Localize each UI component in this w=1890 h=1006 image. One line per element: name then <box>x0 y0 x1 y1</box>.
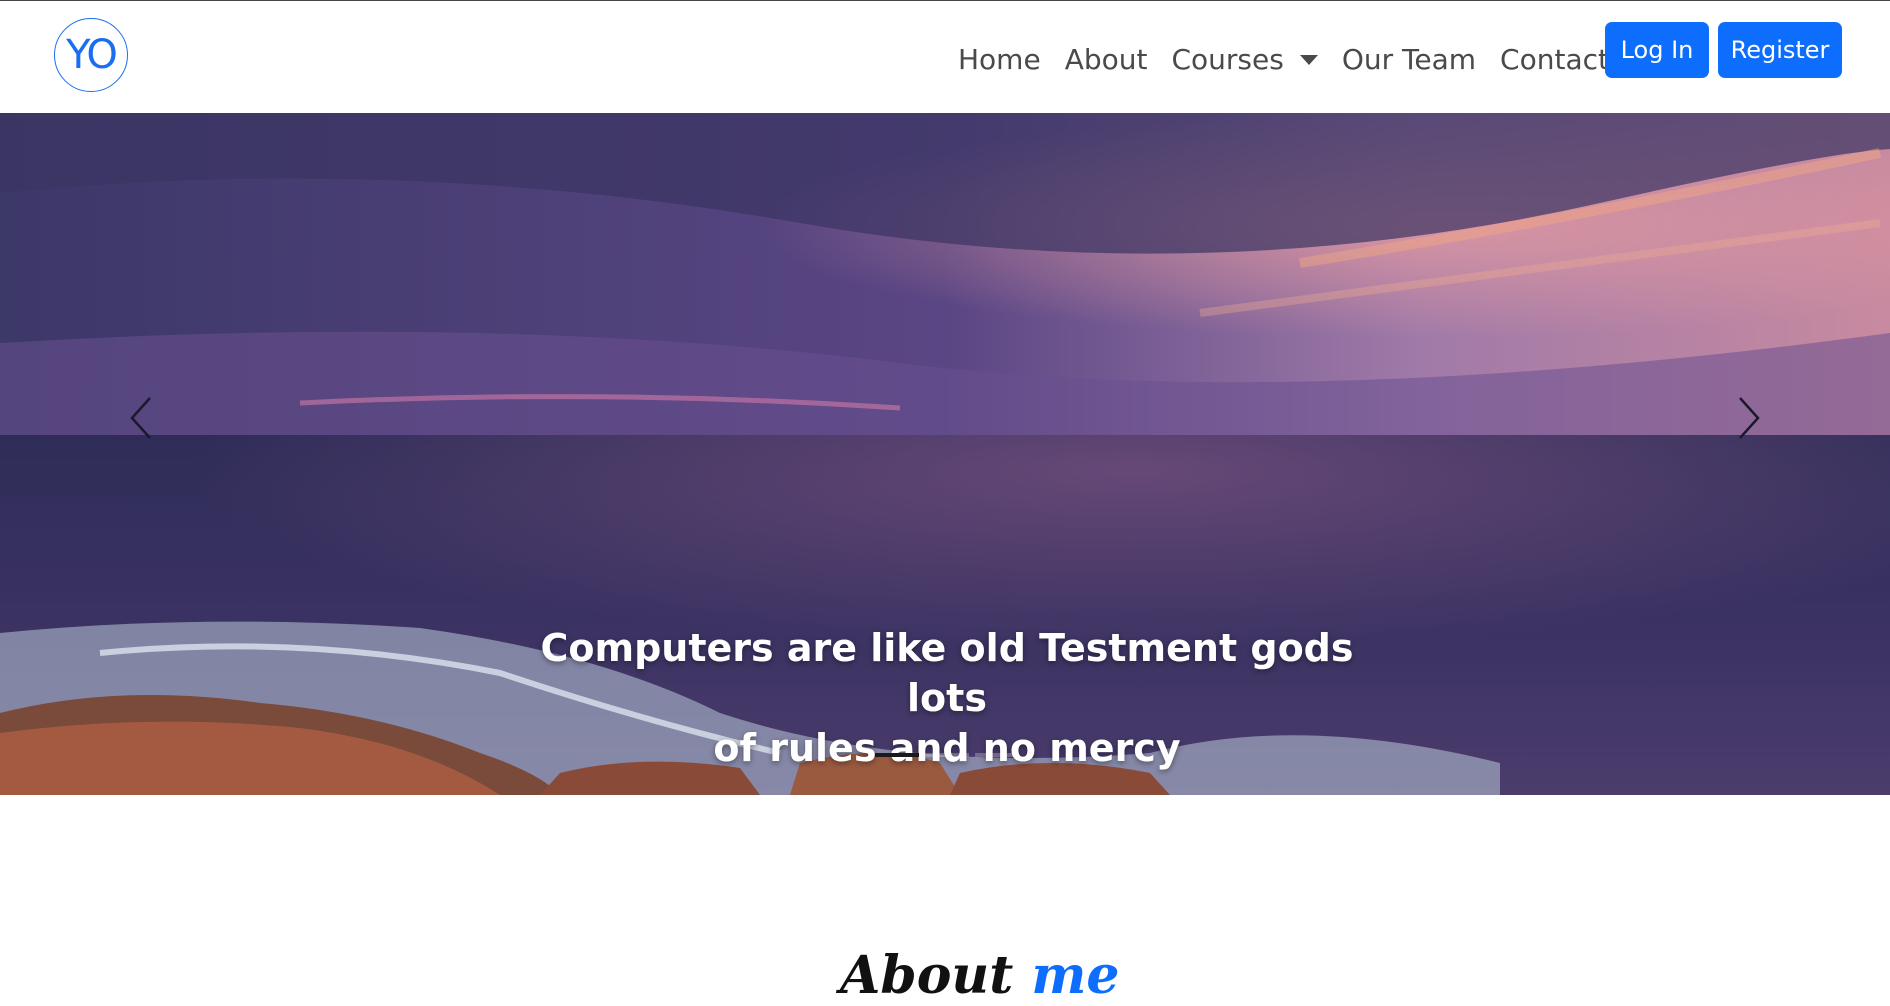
site-logo[interactable]: YO <box>54 18 128 92</box>
register-button[interactable]: Register <box>1718 22 1842 78</box>
carousel-indicator-3[interactable] <box>975 753 1019 757</box>
navbar: YO Home About Courses Our Team Contact L… <box>0 1 1890 113</box>
chevron-left-icon <box>130 397 151 439</box>
hero-carousel: Computers are like old Testment gods lot… <box>0 113 1890 795</box>
nav-menu: Home About Courses Our Team Contact <box>958 37 1633 81</box>
carousel-indicators <box>872 753 1022 757</box>
caret-down-icon <box>1299 55 1318 65</box>
carousel-indicator-2[interactable] <box>925 753 969 757</box>
carousel-indicator-1[interactable] <box>875 753 919 757</box>
caption-line-1: Computers are like old Testment gods lot… <box>540 626 1354 720</box>
carousel-caption: Computers are like old Testment gods lot… <box>520 623 1374 773</box>
nav-link-home[interactable]: Home <box>958 43 1041 76</box>
nav-link-about[interactable]: About <box>1065 43 1148 76</box>
chevron-right-icon <box>1739 397 1760 439</box>
about-heading: About me <box>840 945 1120 1006</box>
about-heading-accent: me <box>1031 945 1120 1006</box>
nav-link-our-team[interactable]: Our Team <box>1342 43 1476 76</box>
login-button[interactable]: Log In <box>1605 22 1709 78</box>
nav-link-contact[interactable]: Contact <box>1500 43 1609 76</box>
nav-dropdown-courses-label: Courses <box>1171 42 1284 76</box>
caption-line-2: of rules and no mercy <box>713 726 1181 770</box>
about-heading-word: About <box>840 945 1014 1006</box>
nav-dropdown-courses[interactable]: Courses <box>1171 42 1318 76</box>
